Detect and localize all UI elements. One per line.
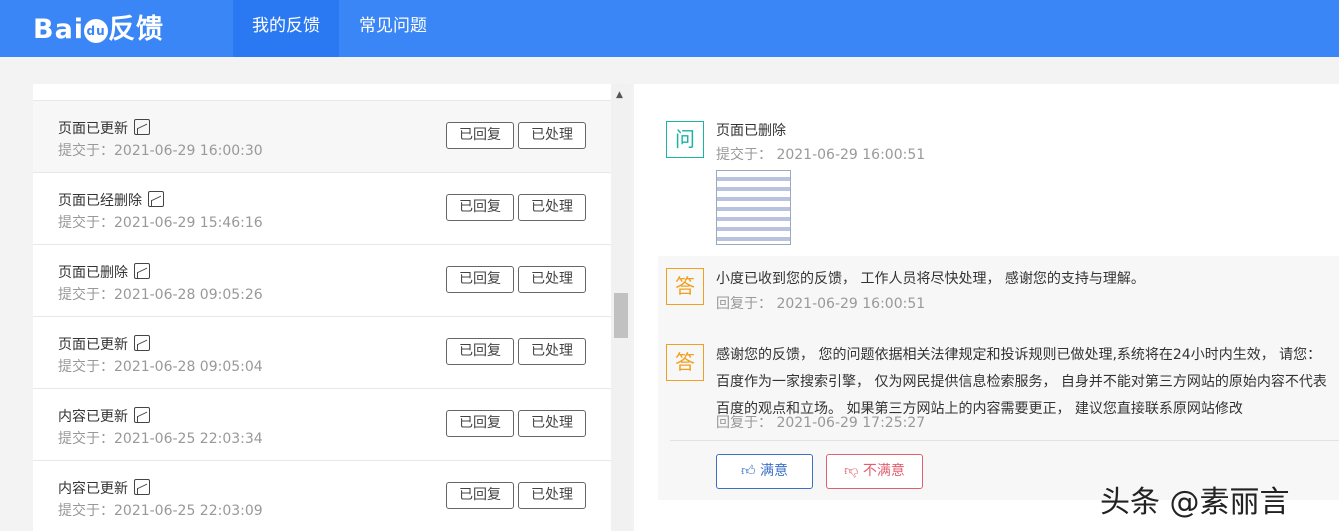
question-title: 页面已删除 <box>716 123 786 139</box>
item-time: 提交于：2021-06-28 09:05:26 <box>58 287 263 303</box>
feedback-list-item[interactable]: 页面已更新 提交于：2021-06-28 09:05:04 已回复 已处理 <box>33 316 611 388</box>
item-title: 内容已更新 <box>58 406 150 426</box>
item-title-text: 页面已经删除 <box>58 193 142 209</box>
feedback-list-item[interactable]: 页面已删除 提交于：2021-06-28 09:05:26 已回复 已处理 <box>33 244 611 316</box>
image-icon <box>134 407 150 423</box>
answer-time: 回复于： 2021-06-29 16:00:51 <box>716 296 926 312</box>
feedback-list-item[interactable]: 页面已更新 提交于：2021-06-29 16:00:30 已回复 已处理 <box>33 100 611 172</box>
satisfied-button[interactable]: 👍︎ 满意 <box>716 454 813 489</box>
item-title: 页面已删除 <box>58 262 150 282</box>
item-time: 提交于：2021-06-25 22:03:34 <box>58 431 263 447</box>
thumbs-down-icon: 👎︎ <box>844 463 859 479</box>
replied-status-button[interactable]: 已回复 <box>446 482 514 509</box>
satisfied-label: 满意 <box>760 463 789 479</box>
item-title: 页面已经删除 <box>58 190 164 210</box>
processed-status-button[interactable]: 已处理 <box>518 194 586 221</box>
answer-time: 回复于： 2021-06-29 17:25:27 <box>716 415 926 431</box>
processed-status-button[interactable]: 已处理 <box>518 338 586 365</box>
processed-status-button[interactable]: 已处理 <box>518 266 586 293</box>
replied-status-button[interactable]: 已回复 <box>446 410 514 437</box>
question-badge: 问 <box>666 121 704 158</box>
unsatisfied-button[interactable]: 👎︎ 不满意 <box>826 454 923 489</box>
scrollbar-thumb[interactable] <box>614 293 628 338</box>
item-title: 页面已更新 <box>58 334 150 354</box>
item-title-text: 页面已更新 <box>58 337 128 353</box>
item-time: 提交于：2021-06-28 09:05:04 <box>58 359 263 375</box>
feedback-detail: 问 页面已删除 提交于： 2021-06-29 16:00:51 答 小度已收到… <box>634 84 1339 531</box>
top-nav: Bai du反馈 我的反馈 常见问题 <box>0 0 1339 57</box>
item-title: 内容已更新 <box>58 478 150 498</box>
processed-status-button[interactable]: 已处理 <box>518 482 586 509</box>
image-icon <box>134 335 150 351</box>
feedback-list-item[interactable]: 内容已更新 提交于：2021-06-25 22:03:09 已回复 已处理 <box>33 460 611 531</box>
image-icon <box>134 479 150 495</box>
replied-status-button[interactable]: 已回复 <box>446 266 514 293</box>
item-title: 页面已更新 <box>58 118 150 138</box>
logo-text: Bai <box>33 14 85 45</box>
question-time: 提交于： 2021-06-29 16:00:51 <box>716 147 926 163</box>
logo-suffix: 反馈 <box>108 14 165 45</box>
scroll-up-icon[interactable]: ▲ <box>616 90 623 100</box>
scrollbar[interactable]: ▲ <box>611 84 631 531</box>
item-time: 提交于：2021-06-25 22:03:09 <box>58 503 263 519</box>
thumbs-up-icon: 👍︎ <box>740 463 756 479</box>
unsatisfied-label: 不满意 <box>862 463 905 479</box>
feedback-list-item[interactable]: 内容已更新 提交于：2021-06-25 22:03:34 已回复 已处理 <box>33 388 611 460</box>
answer-badge: 答 <box>666 268 704 305</box>
replied-status-button[interactable]: 已回复 <box>446 122 514 149</box>
answer-badge: 答 <box>666 344 704 381</box>
image-icon <box>134 263 150 279</box>
replied-status-button[interactable]: 已回复 <box>446 194 514 221</box>
image-icon <box>134 119 150 135</box>
screenshot-thumbnail[interactable] <box>716 170 791 245</box>
item-time: 提交于：2021-06-29 15:46:16 <box>58 215 263 231</box>
tab-faq[interactable]: 常见问题 <box>340 0 446 57</box>
answer-text: 小度已收到您的反馈， 工作人员将尽快处理， 感谢您的支持与理解。 <box>716 271 1145 287</box>
processed-status-button[interactable]: 已处理 <box>518 410 586 437</box>
divider <box>670 440 1339 441</box>
answer-text: 感谢您的反馈， 您的问题依据相关法律规定和投诉规则已做处理,系统将在24小时内生… <box>716 347 1327 417</box>
feedback-list: 页面已更新 提交于：2021-06-29 16:00:30 已回复 已处理 页面已… <box>33 84 611 531</box>
replied-status-button[interactable]: 已回复 <box>446 338 514 365</box>
item-title-text: 内容已更新 <box>58 409 128 425</box>
item-title-text: 内容已更新 <box>58 481 128 497</box>
tab-my-feedback[interactable]: 我的反馈 <box>233 0 339 57</box>
item-time: 提交于：2021-06-29 16:00:30 <box>58 143 263 159</box>
watermark: 头条 @素丽言 <box>1100 485 1290 520</box>
paw-icon: du <box>84 18 109 43</box>
processed-status-button[interactable]: 已处理 <box>518 122 586 149</box>
item-title-text: 页面已删除 <box>58 265 128 281</box>
item-title-text: 页面已更新 <box>58 121 128 137</box>
image-icon <box>148 191 164 207</box>
baidu-feedback-logo[interactable]: Bai du反馈 <box>33 6 164 54</box>
feedback-list-item[interactable]: 页面已经删除 提交于：2021-06-29 15:46:16 已回复 已处理 <box>33 172 611 244</box>
